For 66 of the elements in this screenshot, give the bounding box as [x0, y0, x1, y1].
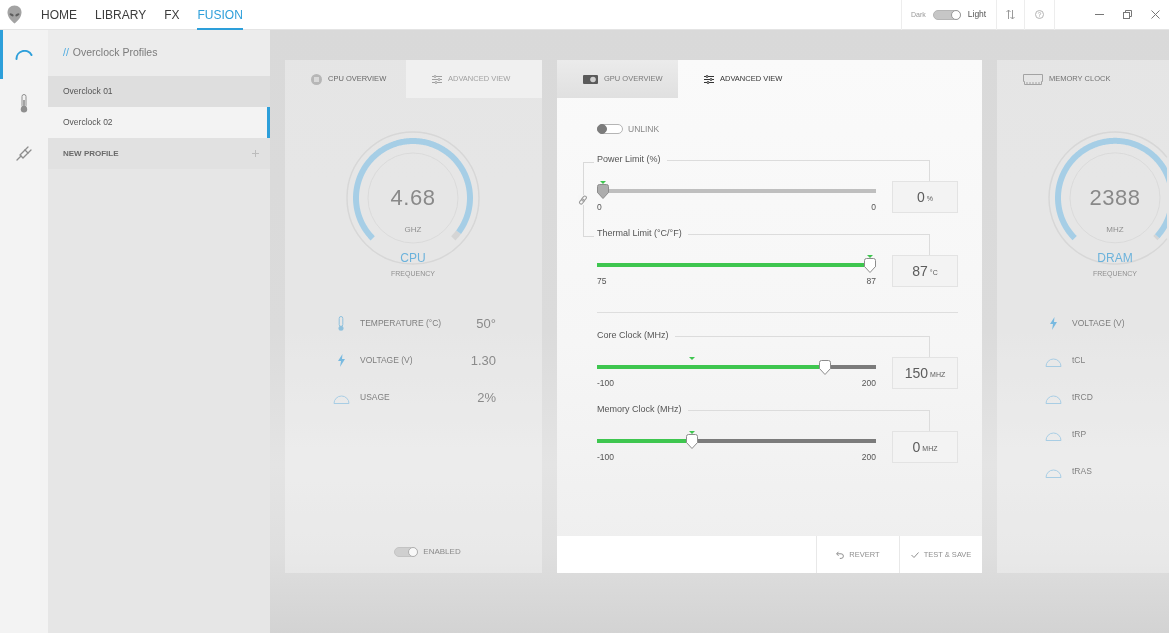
plug-icon: [16, 144, 32, 161]
gauge-value: 2388: [1089, 187, 1141, 209]
stat-label: tRCD: [1072, 391, 1093, 404]
slider-label: Core Clock (MHz): [597, 330, 669, 342]
stat-label: VOLTAGE (V): [360, 354, 413, 367]
stat-label: tRP: [1072, 428, 1087, 441]
stat-label: tCL: [1072, 354, 1086, 367]
range-min: -100: [597, 451, 614, 463]
title-prefix: //: [63, 45, 69, 61]
range-min: 75: [597, 275, 607, 287]
gauge-unit: MHZ: [1106, 226, 1124, 234]
gauge-icon: [15, 49, 33, 60]
gauge-label: CPU: [400, 252, 426, 264]
slider-label: Thermal Limit (°C/°F): [597, 228, 682, 240]
profile-item[interactable]: Overclock 02: [48, 107, 270, 138]
lightning-icon: [1049, 317, 1057, 330]
range-min: -100: [597, 377, 614, 389]
stat-label: tRAS: [1072, 465, 1092, 478]
arrows-icon[interactable]: [1006, 10, 1015, 19]
help-icon[interactable]: [1035, 10, 1044, 19]
nav-tab[interactable]: FX: [164, 0, 180, 30]
thermometer-icon: [20, 94, 28, 113]
stat-value: 2%: [477, 388, 497, 407]
theme-label: Light: [967, 10, 987, 19]
toggle-switch[interactable]: [394, 547, 419, 557]
stat-label: TEMPERATURE (°C): [360, 317, 442, 330]
profile-item[interactable]: Overclock 01: [48, 76, 270, 107]
slider-thumb[interactable]: [819, 360, 832, 375]
range-min: 0: [597, 201, 602, 213]
graphics-card-icon: [583, 74, 598, 84]
lightning-icon: [337, 354, 345, 367]
range-max: 200: [861, 377, 876, 389]
chip-icon: [311, 73, 322, 85]
close-icon[interactable]: [1150, 10, 1160, 19]
memory-module-icon: [1023, 73, 1043, 85]
stat-label: VOLTAGE (V): [1072, 317, 1125, 330]
stat-value: 1.30: [470, 351, 497, 370]
slider-thumb[interactable]: [864, 258, 876, 273]
plus-icon: [252, 150, 259, 157]
panel-title: Overclock Profiles: [72, 45, 158, 61]
slider-label: Memory Clock (MHz): [597, 404, 682, 416]
slider-label: Power Limit (%): [597, 154, 661, 166]
new-profile-button[interactable]: NEW PROFILE: [48, 138, 270, 169]
nav-tab[interactable]: LIBRARY: [95, 0, 147, 30]
slider-thumb[interactable]: [685, 434, 698, 449]
theme-switch[interactable]: [932, 9, 961, 20]
toggle-switch[interactable]: [597, 124, 623, 134]
thermometer-icon: [338, 316, 344, 331]
gauge-label: DRAM: [1097, 252, 1133, 264]
range-max: 87: [866, 275, 876, 287]
alien-head-icon: [7, 5, 22, 24]
switch-label: UNLINK: [628, 124, 660, 134]
nav-tab[interactable]: HOME: [41, 0, 77, 30]
sliders-icon: [432, 74, 442, 84]
gauge-value: 4.68: [390, 187, 436, 209]
check-icon: [910, 551, 919, 558]
gauge-unit: GHZ: [404, 226, 422, 234]
sliders-icon: [704, 74, 714, 84]
switch-label: ENABLED: [423, 548, 461, 556]
range-max: 200: [861, 451, 876, 463]
stat-value: 50°: [476, 314, 497, 333]
minimize-icon[interactable]: [1094, 14, 1104, 15]
range-max: 0: [871, 201, 876, 213]
stat-label: USAGE: [360, 391, 390, 404]
restore-icon[interactable]: [1122, 10, 1132, 19]
undo-icon: [836, 550, 845, 559]
